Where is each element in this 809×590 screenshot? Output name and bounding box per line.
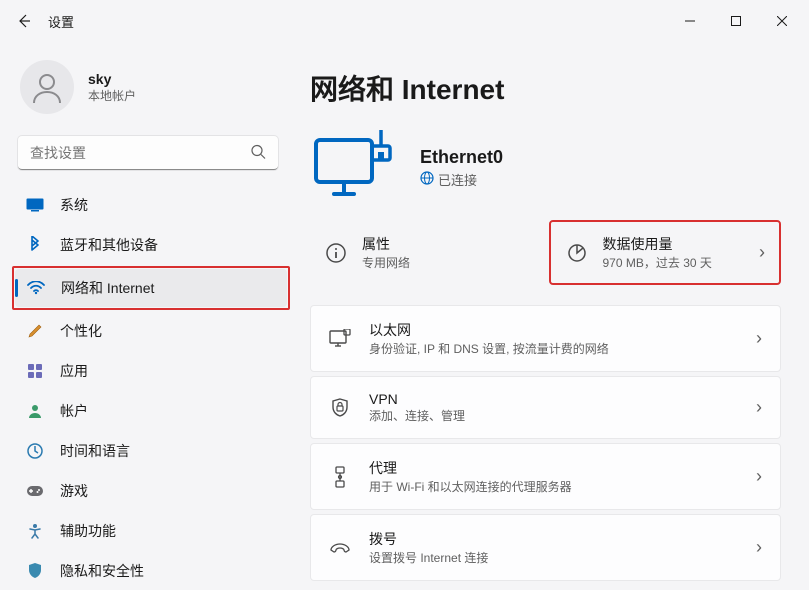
ethernet-icon [329,329,351,349]
close-icon [777,16,787,26]
sidebar-item-system[interactable]: 系统 [14,186,288,224]
data-usage-title: 数据使用量 [603,234,712,254]
account-icon [26,403,44,419]
settings-list: 以太网 身份验证, IP 和 DNS 设置, 按流量计费的网络 VPN 添加、连… [310,305,781,581]
bluetooth-icon [26,236,44,254]
network-name: Ethernet0 [420,147,503,168]
list-title: 拨号 [369,529,488,549]
user-name: sky [88,71,136,87]
chevron-right-icon [756,466,762,487]
list-sub: 用于 Wi-Fi 和以太网连接的代理服务器 [369,478,572,495]
system-icon [26,198,44,212]
info-icon [324,241,348,265]
sidebar-item-label: 帐户 [60,401,88,421]
properties-title: 属性 [362,234,410,254]
properties-sub: 专用网络 [362,254,410,271]
sidebar-item-label: 时间和语言 [60,441,130,461]
data-usage-card[interactable]: 数据使用量 970 MB，过去 30 天 [549,220,782,285]
sidebar-item-time-language[interactable]: 时间和语言 [14,432,288,470]
page-title: 网络和 Internet [310,68,781,108]
properties-card[interactable]: 属性 专用网络 [310,220,539,285]
sidebar-item-label: 隐私和安全性 [60,561,144,581]
sidebar-item-gaming[interactable]: 游戏 [14,472,288,510]
sidebar-item-label: 网络和 Internet [61,278,154,298]
settings-item-ethernet[interactable]: 以太网 身份验证, IP 和 DNS 设置, 按流量计费的网络 [310,305,781,372]
maximize-button[interactable] [713,5,759,37]
list-title: 以太网 [369,320,609,340]
sidebar-item-bluetooth[interactable]: 蓝牙和其他设备 [14,226,288,264]
gaming-icon [26,485,44,497]
maximize-icon [731,16,741,26]
sidebar-item-accounts[interactable]: 帐户 [14,392,288,430]
sidebar-item-apps[interactable]: 应用 [14,352,288,390]
clock-globe-icon [26,443,44,459]
settings-item-proxy[interactable]: 代理 用于 Wi-Fi 和以太网连接的代理服务器 [310,443,781,510]
wifi-icon [27,281,45,295]
sidebar-item-label: 辅助功能 [60,521,116,541]
minimize-icon [685,16,695,26]
sidebar: sky 本地帐户 系统 蓝牙和其他设备 网络和 Internet [0,42,296,584]
list-sub: 设置拨号 Internet 连接 [369,549,488,566]
sidebar-item-accessibility[interactable]: 辅助功能 [14,512,288,550]
apps-icon [26,363,44,379]
list-sub: 添加、连接、管理 [369,407,465,424]
sidebar-item-label: 系统 [60,195,88,215]
sidebar-item-label: 蓝牙和其他设备 [60,235,158,255]
sidebar-item-personalization[interactable]: 个性化 [14,312,288,350]
nav-list: 系统 蓝牙和其他设备 网络和 Internet 个性化 应用 [14,186,288,590]
search-input[interactable] [18,136,278,170]
close-button[interactable] [759,5,805,37]
back-button[interactable] [4,1,44,41]
minimize-button[interactable] [667,5,713,37]
main-content: 网络和 Internet Ethernet0 已连接 [296,42,809,584]
window-title: 设置 [48,12,74,31]
chevron-right-icon [756,537,762,558]
window-controls [667,5,805,37]
chevron-right-icon [756,328,762,349]
titlebar: 设置 [0,0,809,42]
data-usage-sub: 970 MB，过去 30 天 [603,254,712,271]
sidebar-item-label: 游戏 [60,481,88,501]
list-sub: 身份验证, IP 和 DNS 设置, 按流量计费的网络 [369,340,609,357]
search-icon [250,144,266,163]
sidebar-item-privacy[interactable]: 隐私和安全性 [14,552,288,590]
globe-icon [420,171,434,188]
network-status: 已连接 [420,170,503,189]
chevron-right-icon [756,397,762,418]
sidebar-item-label: 应用 [60,361,88,381]
shield-icon [26,563,44,579]
sidebar-item-label: 个性化 [60,321,102,341]
person-icon [29,69,65,105]
list-title: 代理 [369,458,572,478]
monitor-ethernet-icon [310,128,398,208]
network-status-text: 已连接 [438,170,477,189]
settings-item-dialup[interactable]: 拨号 设置拨号 Internet 连接 [310,514,781,581]
user-account-type: 本地帐户 [88,87,136,104]
proxy-icon [329,466,351,488]
dialup-phone-icon [329,540,351,556]
vpn-shield-icon [329,398,351,418]
list-title: VPN [369,391,465,407]
highlight-network: 网络和 Internet [12,266,290,310]
network-status-row: Ethernet0 已连接 [310,128,781,208]
arrow-left-icon [16,13,32,29]
brush-icon [26,323,44,339]
settings-item-vpn[interactable]: VPN 添加、连接、管理 [310,376,781,439]
sidebar-item-network[interactable]: 网络和 Internet [15,269,287,307]
search-wrap [18,136,278,170]
chevron-right-icon [759,242,765,263]
accessibility-icon [26,523,44,539]
avatar [20,60,74,114]
user-block[interactable]: sky 本地帐户 [14,54,288,128]
pie-chart-icon [565,241,589,265]
